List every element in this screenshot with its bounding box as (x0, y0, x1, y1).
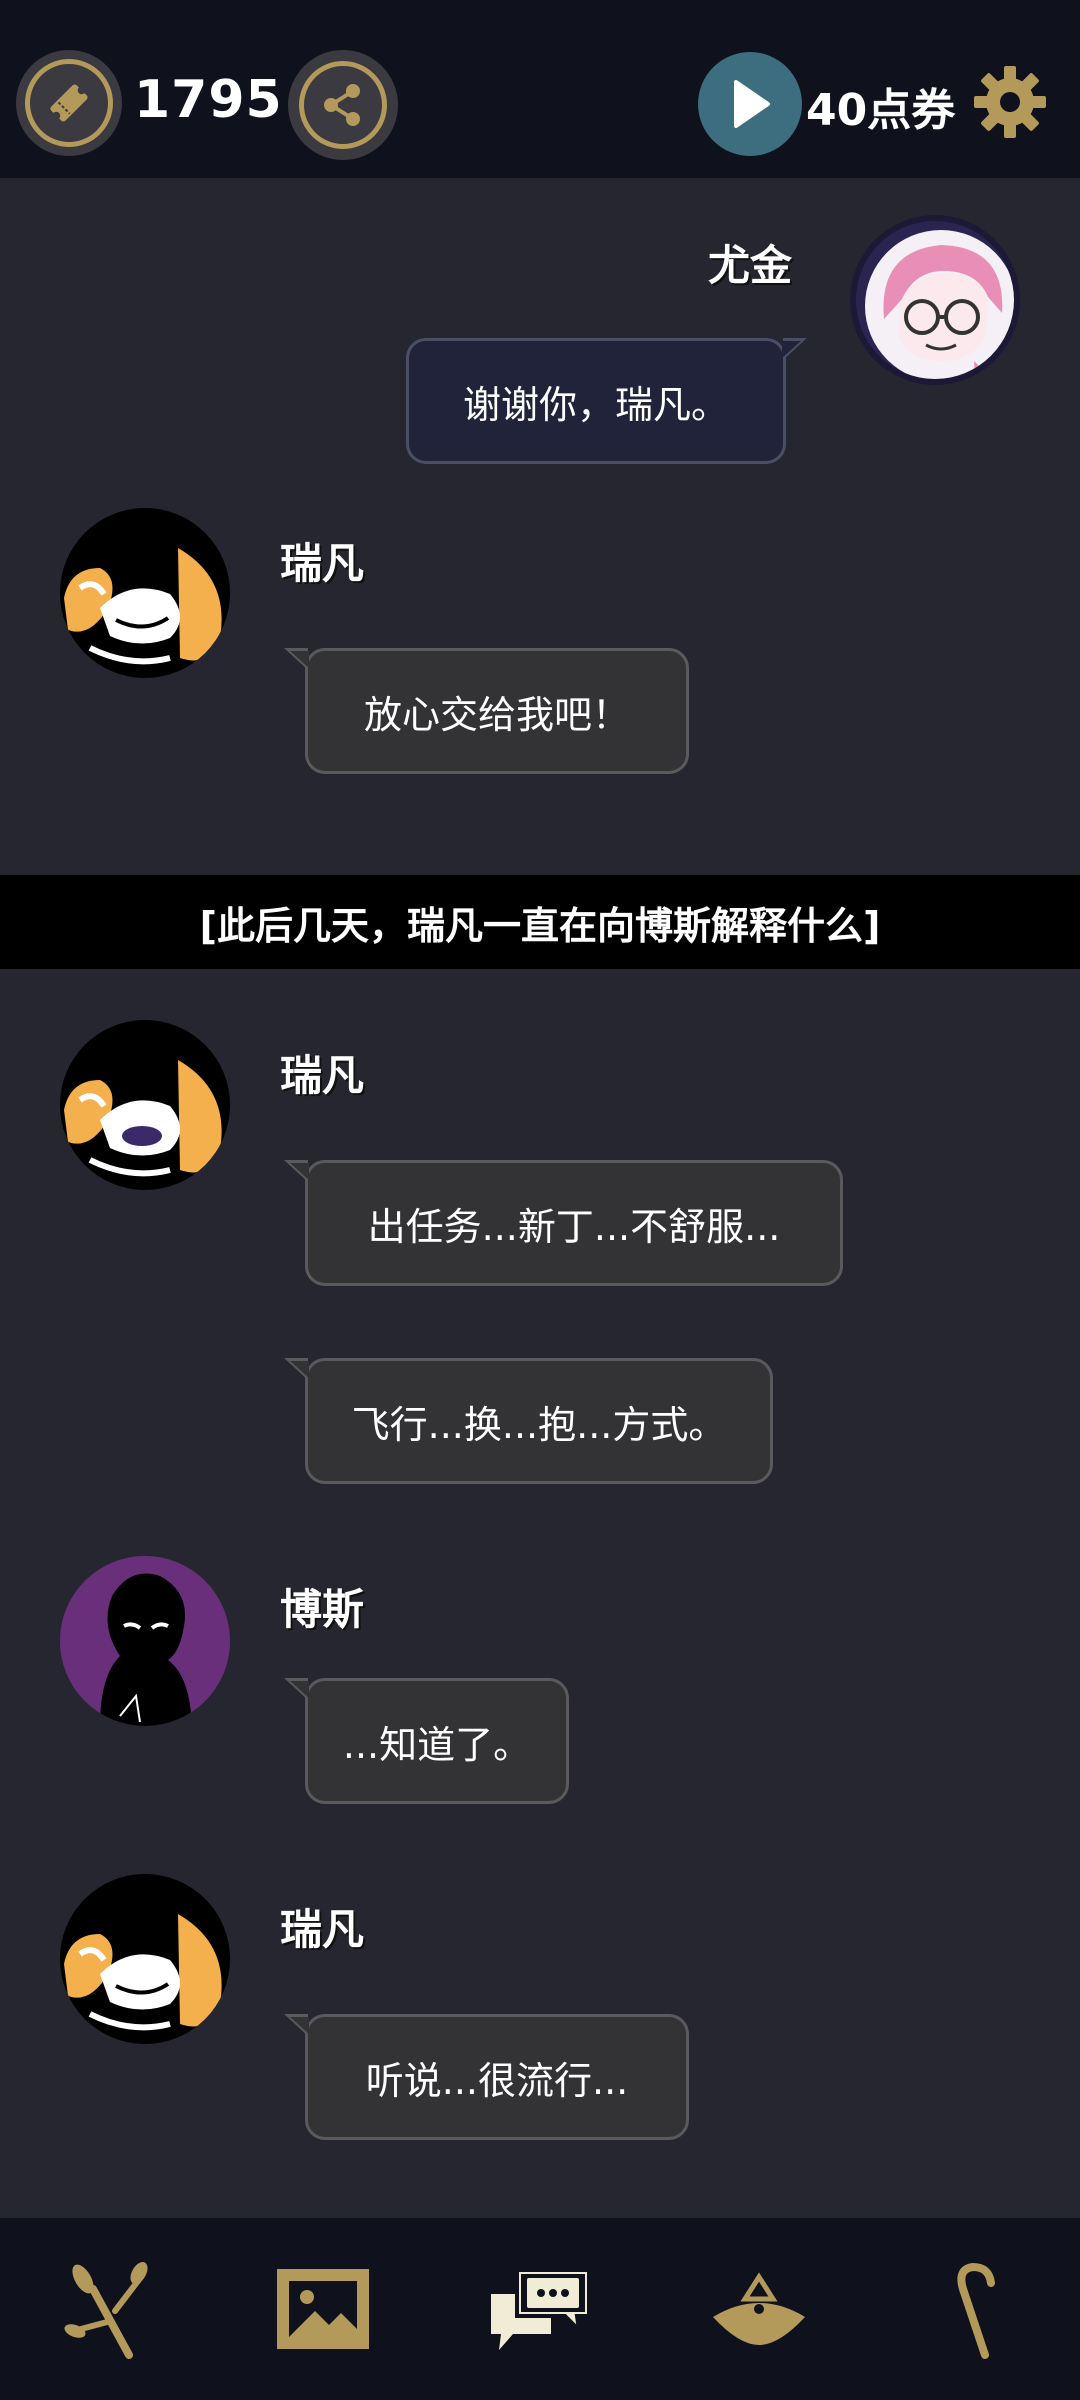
hat-icon (713, 2272, 805, 2345)
avatar-bosi (60, 1556, 230, 1726)
avatar-ruifan (60, 1874, 230, 2044)
ticket-button[interactable] (16, 50, 122, 156)
message-text: 谢谢你，瑞凡。 (462, 382, 729, 427)
nav-cane[interactable] (918, 2254, 1028, 2364)
narration-banner: [此后几天，瑞凡一直在向博斯解释什么] (0, 875, 1080, 969)
message-bubble: 谢谢你，瑞凡。 (406, 338, 807, 464)
bottom-nav (0, 2218, 1080, 2400)
chat-icon (491, 2268, 591, 2350)
message-bubble: 放心交给我吧！ (284, 648, 689, 774)
avatar-ruifan (60, 508, 230, 678)
avatar-eugene (850, 215, 1020, 385)
chat-log[interactable]: 尤金 谢谢你，瑞凡。 瑞凡 放心交给我吧！ [此后几天，瑞凡一直在向博斯解释什么… (0, 178, 1080, 2218)
message-text: ...知道了。 (342, 1722, 532, 1767)
branch-icon (64, 2262, 148, 2359)
speaker-name: 博斯 (280, 1585, 365, 1634)
speaker-name: 瑞凡 (280, 539, 365, 588)
avatar-ruifan (60, 1020, 230, 1190)
nav-gallery[interactable] (268, 2254, 378, 2364)
message-text: 放心交给我吧！ (363, 692, 630, 737)
speaker-name: 瑞凡 (280, 1051, 365, 1100)
share-button[interactable] (288, 50, 398, 160)
message-bubble: 听说...很流行... (284, 2014, 689, 2140)
nav-chat[interactable] (486, 2254, 596, 2364)
message-bubble: 出任务...新丁...不舒服... (284, 1160, 843, 1286)
top-bar: 1795 40点券 (0, 0, 1080, 178)
message-bubble: 飞行...换...抱...方式。 (284, 1358, 773, 1484)
speaker-name: 尤金 (708, 241, 793, 290)
play-icon (734, 80, 770, 128)
play-ad-button[interactable] (698, 52, 802, 156)
cane-icon (957, 2262, 995, 2359)
ticket-count: 1795 (134, 70, 283, 130)
settings-button[interactable] (972, 64, 1048, 140)
gear-icon (974, 66, 1046, 138)
points-label[interactable]: 40点券 (806, 74, 955, 138)
speaker-name: 瑞凡 (280, 1905, 365, 1954)
nav-hat[interactable] (704, 2254, 814, 2364)
message-bubble: ...知道了。 (284, 1678, 569, 1804)
message-text: 出任务...新丁...不舒服... (367, 1204, 781, 1249)
message-text: 飞行...换...抱...方式。 (351, 1402, 727, 1447)
message-text: 听说...很流行... (365, 2058, 629, 2103)
share-icon (299, 61, 387, 149)
ticket-icon (25, 59, 113, 147)
narration-text: [此后几天，瑞凡一直在向博斯解释什么] (199, 903, 881, 948)
nav-branch[interactable] (52, 2254, 162, 2364)
gallery-icon (277, 2269, 369, 2349)
